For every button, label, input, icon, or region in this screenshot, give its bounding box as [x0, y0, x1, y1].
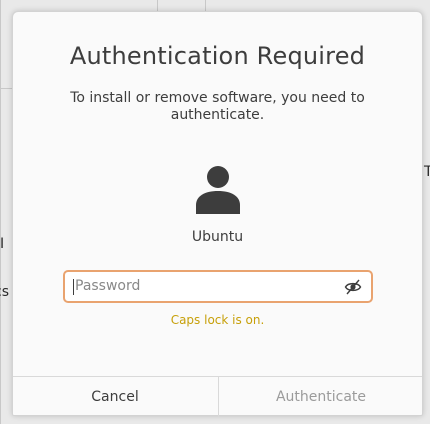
background-text-fragment: cs [0, 284, 9, 300]
background-divider [0, 0, 1, 424]
background-divider [157, 0, 158, 11]
authentication-dialog: Authentication Required To install or re… [12, 11, 423, 417]
password-field[interactable]: Password [63, 270, 373, 303]
username-label: Ubuntu [191, 229, 244, 245]
cancel-button[interactable]: Cancel [13, 377, 217, 417]
authenticate-button[interactable]: Authenticate [218, 377, 423, 417]
dialog-message: To install or remove software, you need … [70, 90, 365, 123]
background-divider [205, 0, 206, 11]
dialog-title: Authentication Required [69, 42, 366, 70]
background-text-fragment: T [424, 164, 430, 180]
password-placeholder: Password [75, 278, 141, 294]
background-divider [0, 88, 12, 89]
text-caret [73, 279, 74, 295]
user-avatar-icon [196, 166, 240, 214]
dialog-button-bar: Cancel Authenticate [13, 376, 422, 417]
background-text-fragment: I [0, 236, 5, 252]
reveal-password-icon[interactable] [344, 278, 362, 296]
caps-lock-warning: Caps lock is on. [170, 313, 265, 327]
